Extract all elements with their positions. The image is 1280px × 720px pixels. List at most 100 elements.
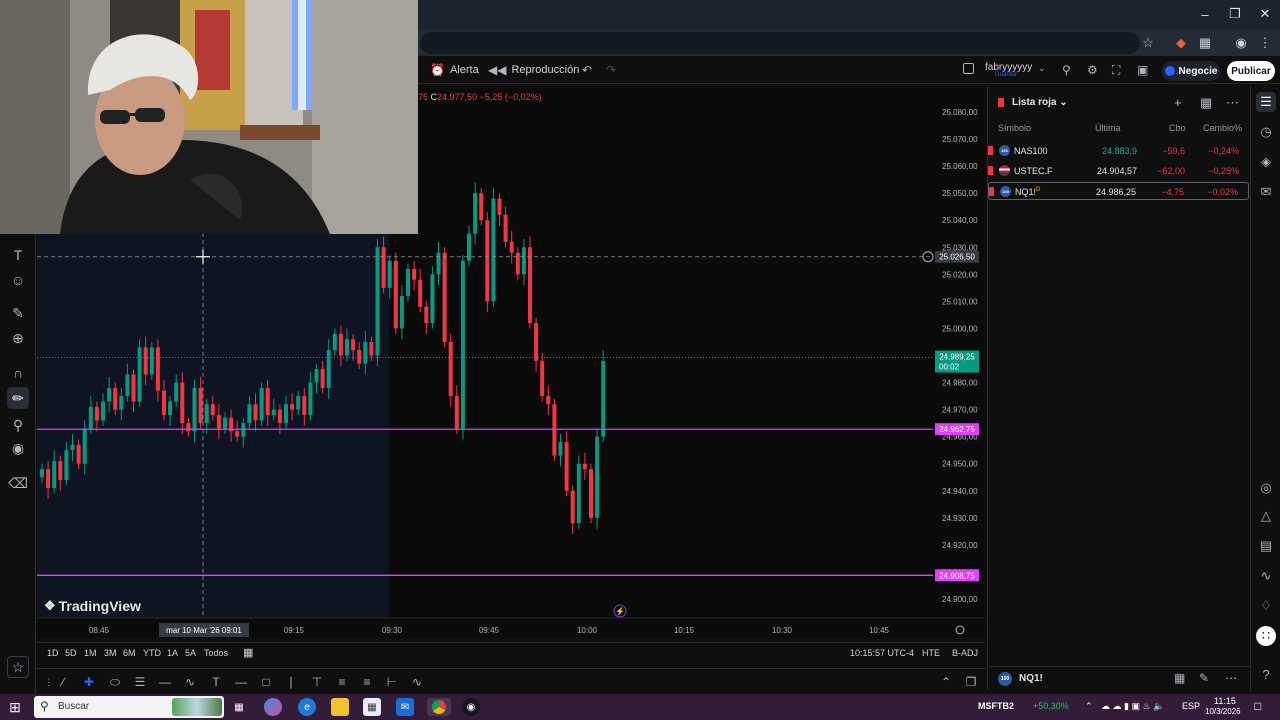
- lock-icon[interactable]: ⚲: [7, 414, 29, 436]
- help-icon[interactable]: ?: [1256, 664, 1276, 684]
- watchlist-title[interactable]: Lista roja ⌄: [1012, 97, 1068, 108]
- edit-icon[interactable]: ✎: [1199, 671, 1209, 685]
- watchlist-icon[interactable]: ☰: [1256, 92, 1276, 112]
- notifications-bell-icon[interactable]: ♢: [1256, 596, 1276, 616]
- ellipse-icon[interactable]: ⬭: [106, 673, 124, 691]
- tf-ytd[interactable]: YTD: [143, 648, 161, 658]
- text-tool-icon[interactable]: T: [7, 244, 29, 266]
- notification-center-icon[interactable]: □: [1254, 699, 1261, 713]
- tf-5d[interactable]: 5D: [65, 648, 77, 658]
- col-last[interactable]: Última: [1095, 123, 1121, 133]
- undo-icon[interactable]: ↶: [582, 63, 592, 77]
- layers-icon[interactable]: ◈: [1256, 152, 1276, 172]
- tf-1m[interactable]: 1M: [84, 648, 97, 658]
- magnet-icon[interactable]: ∩: [7, 362, 29, 384]
- quick-search-icon[interactable]: ⚲: [1062, 63, 1071, 77]
- favorites-star-icon[interactable]: ☆: [7, 656, 29, 678]
- date-range-icon[interactable]: ▦: [243, 646, 253, 659]
- vertical-line-icon[interactable]: ∣: [282, 673, 300, 691]
- chevron-down-icon[interactable]: ⌄: [1038, 63, 1046, 74]
- collapse-up-icon[interactable]: ⌃: [937, 673, 955, 691]
- more-options-icon[interactable]: ⋯: [1226, 95, 1239, 111]
- channel-icon[interactable]: ≡: [358, 673, 376, 691]
- add-symbol-icon[interactable]: +: [1174, 95, 1182, 110]
- alerts-clock-icon[interactable]: ◷: [1256, 122, 1276, 142]
- col-symbol[interactable]: Símbolo: [998, 123, 1031, 133]
- details-symbol[interactable]: NQ1!: [1019, 673, 1043, 684]
- camera-snapshot-icon[interactable]: ▣: [1137, 63, 1148, 77]
- eye-icon[interactable]: ◉: [7, 437, 29, 459]
- tradingview-app-icon[interactable]: ◉: [462, 698, 480, 716]
- tray-expand-icon[interactable]: ⌃: [1085, 701, 1093, 712]
- copilot-icon[interactable]: [264, 698, 282, 716]
- watchlist-row-selected[interactable]: 100 NQ1!D 24.986,25 −4,75 −0,02%: [988, 182, 1249, 200]
- adjustment-label[interactable]: B-ADJ: [952, 648, 978, 658]
- url-field[interactable]: [420, 32, 1140, 54]
- emoji-icon[interactable]: ☺: [7, 269, 29, 291]
- brush-icon[interactable]: ∿: [181, 673, 199, 691]
- tray-time[interactable]: 11:15: [1214, 696, 1236, 706]
- tf-1a[interactable]: 1A: [167, 648, 178, 658]
- trade-button[interactable]: Negocie: [1162, 61, 1220, 81]
- restore-icon[interactable]: ❐: [1218, 0, 1252, 28]
- tf-all[interactable]: Todos: [204, 648, 228, 658]
- publish-button[interactable]: Publicar: [1227, 61, 1275, 81]
- watchlist-row[interactable]: 100 NAS100 24.883,9 −59,6 −0,24%: [988, 142, 1249, 160]
- apps-grid-icon[interactable]: ∷: [1256, 626, 1276, 646]
- target-icon[interactable]: ◎: [1256, 478, 1276, 498]
- bookmark-star-icon[interactable]: ☆: [1139, 34, 1157, 52]
- settings-gear-icon[interactable]: ⚙: [1087, 63, 1098, 77]
- tray-date[interactable]: 10/3/2026: [1205, 707, 1241, 716]
- replay-button[interactable]: ◀◀ Reproducción: [488, 63, 579, 77]
- more-options-icon[interactable]: ⋯: [1225, 671, 1237, 685]
- minimize-icon[interactable]: –: [1188, 0, 1222, 28]
- edge-icon[interactable]: e: [298, 698, 316, 716]
- tf-1d[interactable]: 1D: [47, 648, 59, 658]
- feed-icon[interactable]: ∿: [1256, 566, 1276, 586]
- layout-table-icon[interactable]: ▦: [1200, 95, 1212, 111]
- crosshair-icon[interactable]: ✚: [80, 673, 98, 691]
- stock-ticker-change[interactable]: +50,30%: [1033, 701, 1069, 711]
- zoom-in-icon[interactable]: ⊕: [7, 327, 29, 349]
- maximize-panel-icon[interactable]: ❐: [962, 673, 980, 691]
- calendar-icon[interactable]: ▤: [1256, 536, 1276, 556]
- col-change[interactable]: Cbo: [1169, 123, 1186, 133]
- extension-icon[interactable]: ◆: [1172, 34, 1190, 52]
- horizontal-line-icon[interactable]: —: [232, 673, 250, 691]
- ideas-icon[interactable]: △: [1256, 506, 1276, 526]
- extensions-puzzle-icon[interactable]: ▦: [1196, 34, 1214, 52]
- stock-ticker[interactable]: MSFTB2: [978, 701, 1014, 711]
- horizontal-ray-icon[interactable]: —: [156, 673, 174, 691]
- chrome-icon[interactable]: [427, 698, 451, 716]
- fib-icon[interactable]: ☰: [131, 673, 149, 691]
- text-icon[interactable]: T: [207, 673, 225, 691]
- mail-icon[interactable]: ✉: [396, 698, 414, 716]
- layout-checkbox-icon[interactable]: [963, 63, 974, 74]
- redo-icon[interactable]: ↷: [606, 63, 616, 77]
- path-icon[interactable]: ∿: [408, 673, 426, 691]
- status-clock[interactable]: 10:15:57 UTC-4: [850, 648, 914, 658]
- tray-app-icons[interactable]: ☁ ☁ ▮ ▣ ♨ 🔈: [1101, 701, 1164, 712]
- measure-icon[interactable]: ⊢: [383, 673, 401, 691]
- chat-icon[interactable]: ✉: [1256, 182, 1276, 202]
- tf-3m[interactable]: 3M: [104, 648, 117, 658]
- tf-6m[interactable]: 6M: [123, 648, 136, 658]
- rectangle-icon[interactable]: □: [257, 673, 275, 691]
- store-icon[interactable]: ▦: [363, 698, 381, 716]
- close-icon[interactable]: ✕: [1248, 0, 1280, 28]
- keep-drawing-icon[interactable]: ✏: [7, 387, 29, 409]
- text-note-icon[interactable]: ⊤: [308, 673, 326, 691]
- taskbar-search[interactable]: ⚲ Buscar: [34, 696, 224, 718]
- grid-view-icon[interactable]: ▦: [1174, 671, 1185, 685]
- file-explorer-icon[interactable]: [331, 698, 349, 716]
- col-change-pct[interactable]: Cambio%: [1203, 123, 1242, 133]
- windows-start-icon[interactable]: ⊞: [6, 698, 24, 716]
- session-label[interactable]: HTE: [922, 648, 940, 658]
- task-view-icon[interactable]: ▦: [230, 698, 248, 716]
- trash-icon[interactable]: ⌫: [7, 472, 29, 494]
- alert-button[interactable]: ⏰ Alerta: [430, 63, 479, 77]
- tf-5a[interactable]: 5A: [185, 648, 196, 658]
- ruler-icon[interactable]: ✎: [7, 302, 29, 324]
- trend-line-icon[interactable]: ∕: [54, 673, 72, 691]
- browser-menu-icon[interactable]: ⋮: [1256, 34, 1274, 52]
